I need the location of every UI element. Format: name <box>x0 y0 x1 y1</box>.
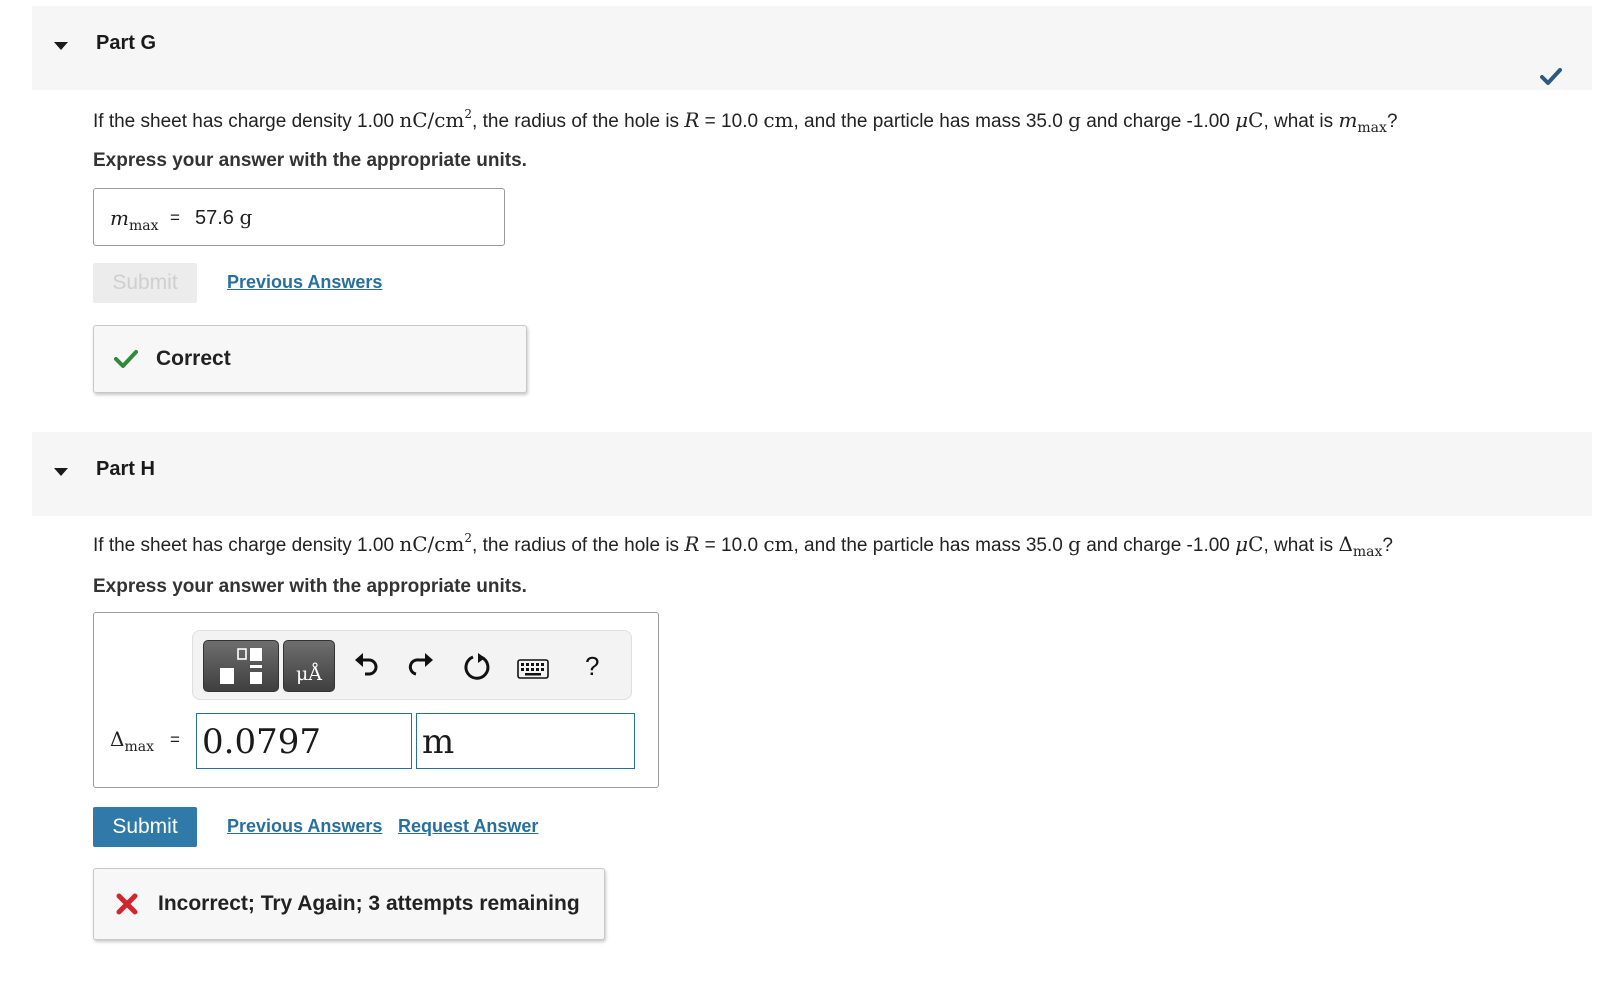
submit-button[interactable]: Submit <box>93 807 197 847</box>
checkmark-icon <box>1540 68 1562 85</box>
previous-answers-link[interactable]: Previous Answers <box>227 272 382 293</box>
caret-down-icon[interactable] <box>54 468 68 476</box>
caret-down-icon[interactable] <box>54 42 68 50</box>
equals-sign: = <box>170 208 180 227</box>
part-h-instruction: Express your answer with the appropriate… <box>93 576 527 597</box>
feedback-text: Correct <box>156 347 231 370</box>
answer-value: 57.6 g <box>195 205 253 229</box>
math-toolbar: μÅ ? <box>192 630 632 700</box>
redo-icon[interactable] <box>407 651 437 681</box>
part-g-instruction: Express your answer with the appropriate… <box>93 150 527 171</box>
answer-label: Δmax <box>110 727 154 755</box>
x-icon <box>116 893 138 915</box>
help-icon[interactable]: ? <box>585 651 599 682</box>
equals-sign: = <box>170 730 180 749</box>
part-g-title: Part G <box>96 32 157 54</box>
feedback-incorrect: Incorrect; Try Again; 3 attempts remaini… <box>93 868 605 940</box>
undo-icon[interactable] <box>351 651 381 681</box>
part-h-header[interactable]: Part H <box>32 432 1592 516</box>
request-answer-link[interactable]: Request Answer <box>398 816 538 837</box>
feedback-text: Incorrect; Try Again; 3 attempts remaini… <box>158 892 580 915</box>
keyboard-icon[interactable] <box>517 659 549 679</box>
value-input[interactable]: 0.0797 <box>196 713 412 769</box>
feedback-correct: Correct <box>93 325 527 393</box>
part-h-title: Part H <box>96 458 155 480</box>
answer-editor: μÅ ? Δmax = 0.0797 m <box>93 612 659 788</box>
answer-label: mmax <box>110 206 159 234</box>
unit-input[interactable]: m <box>416 713 635 769</box>
units-icon[interactable]: μÅ <box>283 640 335 692</box>
reset-icon[interactable] <box>461 651 493 683</box>
part-g-question: If the sheet has charge density 1.00 nC/… <box>93 107 1398 136</box>
part-g-header[interactable]: Part G <box>32 6 1592 90</box>
part-h-question: If the sheet has charge density 1.00 nC/… <box>93 531 1393 560</box>
part-g-answer-box: mmax = 57.6 g <box>93 188 505 246</box>
checkmark-icon <box>114 350 138 368</box>
submit-button[interactable]: Submit <box>93 263 197 303</box>
previous-answers-link[interactable]: Previous Answers <box>227 816 382 837</box>
templates-icon[interactable] <box>203 640 279 692</box>
